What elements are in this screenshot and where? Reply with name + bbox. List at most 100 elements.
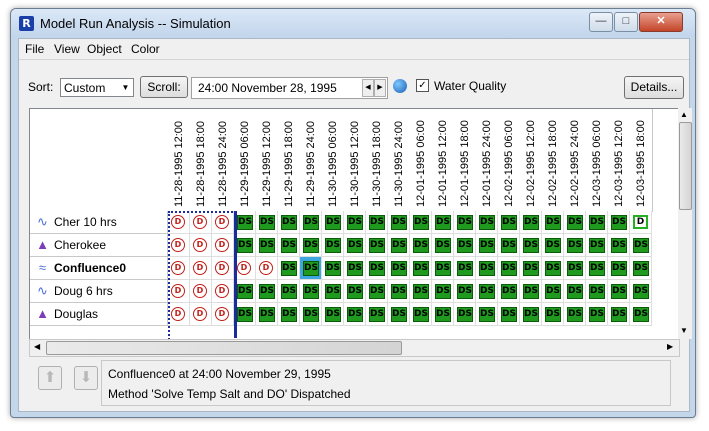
grid-cell[interactable]: DS (322, 257, 344, 280)
grid-cell[interactable]: DS (608, 211, 630, 234)
grid-cell[interactable]: DS (388, 303, 410, 326)
grid-cell[interactable]: DS (586, 303, 608, 326)
vertical-scroll-thumb[interactable] (679, 122, 692, 210)
grid-cell[interactable]: DS (498, 303, 520, 326)
globe-icon[interactable] (393, 79, 407, 93)
grid-cell[interactable]: DS (608, 303, 630, 326)
grid-cell[interactable]: DS (432, 303, 454, 326)
grid-cell[interactable]: DS (278, 257, 300, 280)
up-arrow-icon[interactable]: ⬆ (38, 366, 62, 390)
horizontal-scroll-thumb[interactable] (46, 341, 402, 355)
grid-cell[interactable]: DS (608, 280, 630, 303)
grid-cell[interactable]: DS (322, 234, 344, 257)
grid-cell[interactable]: DS (344, 280, 366, 303)
grid-cell[interactable]: DS (344, 303, 366, 326)
grid-cell[interactable]: DS (520, 280, 542, 303)
run-analysis-grid[interactable]: 11-28-1995 12:00 11-28-1995 18:00 11-28-19… (29, 108, 680, 341)
grid-cell[interactable]: DS (542, 234, 564, 257)
grid-cell[interactable]: DS (344, 257, 366, 280)
grid-cell[interactable]: DS (476, 280, 498, 303)
grid-cell[interactable]: DS (366, 211, 388, 234)
grid-cell[interactable]: DS (630, 280, 652, 303)
grid-cell[interactable]: DS (454, 303, 476, 326)
grid-cell[interactable]: DS (454, 234, 476, 257)
grid-cell[interactable]: DS (322, 211, 344, 234)
grid-cell[interactable]: DS (388, 280, 410, 303)
grid-cell[interactable]: DS (366, 280, 388, 303)
grid-cell[interactable]: DS (410, 257, 432, 280)
grid-cell[interactable]: DS (520, 211, 542, 234)
horizontal-scrollbar[interactable]: ◀ ▶ (29, 339, 680, 357)
grid-cell[interactable]: DS (498, 280, 520, 303)
grid-cell[interactable]: DS (388, 257, 410, 280)
grid-cell[interactable]: DS (432, 211, 454, 234)
grid-cell[interactable]: DS (432, 257, 454, 280)
grid-cell[interactable]: DS (300, 257, 322, 280)
grid-cell[interactable]: DS (564, 280, 586, 303)
down-arrow-icon[interactable]: ⬇ (74, 366, 98, 390)
grid-cell[interactable]: DS (586, 257, 608, 280)
grid-cell[interactable]: DS (278, 280, 300, 303)
grid-cell[interactable]: DS (542, 257, 564, 280)
scroll-left-icon[interactable]: ◀ (34, 342, 40, 351)
grid-cell[interactable]: DS (300, 303, 322, 326)
scroll-down-icon[interactable]: ▼ (680, 326, 688, 335)
grid-cell[interactable]: DS (542, 211, 564, 234)
grid-cell[interactable]: DS (410, 211, 432, 234)
grid-cell[interactable]: DS (256, 234, 278, 257)
grid-cell[interactable]: DS (432, 234, 454, 257)
grid-cell[interactable]: DS (432, 280, 454, 303)
row-header[interactable]: ≈ Confluence0 (30, 257, 168, 280)
grid-cell[interactable]: DS (300, 280, 322, 303)
grid-cell[interactable]: DS (388, 211, 410, 234)
menu-object[interactable]: Object (87, 42, 122, 56)
grid-cell[interactable]: DS (256, 211, 278, 234)
grid-cell[interactable]: DS (278, 303, 300, 326)
grid-cell[interactable]: D (256, 257, 278, 280)
row-header[interactable]: ∿ Doug 6 hrs (30, 280, 168, 303)
grid-cell[interactable]: DS (454, 257, 476, 280)
grid-cell[interactable]: DS (542, 280, 564, 303)
row-header[interactable]: ∿ Cher 10 hrs (30, 211, 168, 234)
grid-cell[interactable]: DS (586, 234, 608, 257)
grid-cell[interactable]: DS (366, 303, 388, 326)
next-time-button[interactable]: ▶ (374, 79, 386, 97)
grid-cell[interactable]: DS (322, 280, 344, 303)
grid-cell[interactable]: DS (410, 280, 432, 303)
grid-cell[interactable]: DS (586, 280, 608, 303)
grid-cell[interactable]: DS (520, 303, 542, 326)
grid-cell[interactable]: DS (630, 303, 652, 326)
prev-time-button[interactable]: ◀ (362, 79, 374, 97)
grid-cell[interactable]: DS (498, 234, 520, 257)
scroll-up-icon[interactable]: ▲ (680, 110, 688, 119)
datetime-field[interactable]: 24:00 November 28, 1995 ◀ ▶ (191, 77, 388, 99)
grid-cell[interactable]: D (630, 211, 652, 234)
menu-file[interactable]: File (25, 42, 44, 56)
grid-cell[interactable]: DS (476, 211, 498, 234)
grid-cell[interactable]: DS (256, 303, 278, 326)
grid-cell[interactable]: D (234, 257, 256, 280)
grid-cell[interactable]: DS (256, 280, 278, 303)
details-button[interactable]: Details... (624, 76, 684, 99)
grid-cell[interactable]: DS (520, 257, 542, 280)
row-header[interactable]: ▲ Cherokee (30, 234, 168, 257)
grid-cell[interactable]: DS (564, 303, 586, 326)
vertical-scrollbar[interactable]: ▲ ▼ (678, 108, 692, 339)
grid-cell[interactable]: DS (564, 211, 586, 234)
close-button[interactable]: ✕ (639, 12, 683, 32)
grid-cell[interactable]: DS (454, 280, 476, 303)
grid-cell[interactable]: DS (234, 280, 256, 303)
grid-cell[interactable]: DS (234, 234, 256, 257)
grid-cell[interactable]: DS (476, 234, 498, 257)
minimize-button[interactable]: — (589, 12, 613, 32)
grid-cell[interactable]: DS (322, 303, 344, 326)
grid-cell[interactable]: DS (542, 303, 564, 326)
grid-cell[interactable]: DS (300, 211, 322, 234)
grid-cell[interactable]: DS (608, 257, 630, 280)
row-header[interactable]: ▲ Douglas (30, 303, 168, 326)
grid-cell[interactable]: DS (366, 234, 388, 257)
grid-cell[interactable]: DS (410, 303, 432, 326)
grid-cell[interactable]: DS (476, 303, 498, 326)
grid-cell[interactable]: DS (410, 234, 432, 257)
grid-cell[interactable]: DS (366, 257, 388, 280)
